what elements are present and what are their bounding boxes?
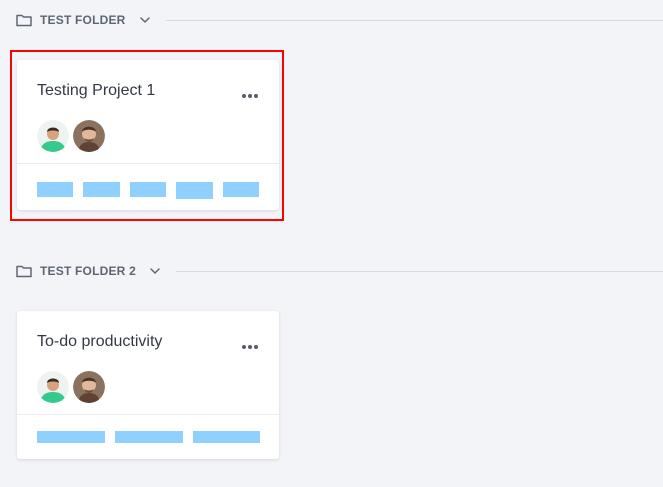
- more-options-icon[interactable]: [241, 337, 259, 349]
- progress-bars: [37, 431, 260, 443]
- chevron-down-icon[interactable]: [138, 13, 152, 27]
- avatar[interactable]: [73, 371, 105, 403]
- folder-header-test-folder[interactable]: TEST FOLDER: [16, 8, 663, 32]
- member-avatars: [37, 371, 109, 403]
- folder-divider: [165, 19, 663, 21]
- folder-name: TEST FOLDER 2: [40, 264, 136, 278]
- progress-bar: [193, 431, 260, 443]
- avatar[interactable]: [37, 371, 69, 403]
- folder-header-test-folder-2[interactable]: TEST FOLDER 2: [16, 259, 663, 283]
- selection-highlight: [10, 50, 284, 221]
- folder-name: TEST FOLDER: [40, 13, 126, 27]
- folder-icon: [16, 264, 32, 278]
- project-card[interactable]: To-do productivity: [17, 311, 279, 459]
- folder-icon: [16, 13, 32, 27]
- chevron-down-icon[interactable]: [148, 264, 162, 278]
- folder-divider: [175, 270, 663, 272]
- progress-bar: [115, 431, 183, 443]
- project-title: To-do productivity: [37, 333, 163, 350]
- progress-bar: [37, 431, 105, 443]
- card-divider: [17, 414, 279, 415]
